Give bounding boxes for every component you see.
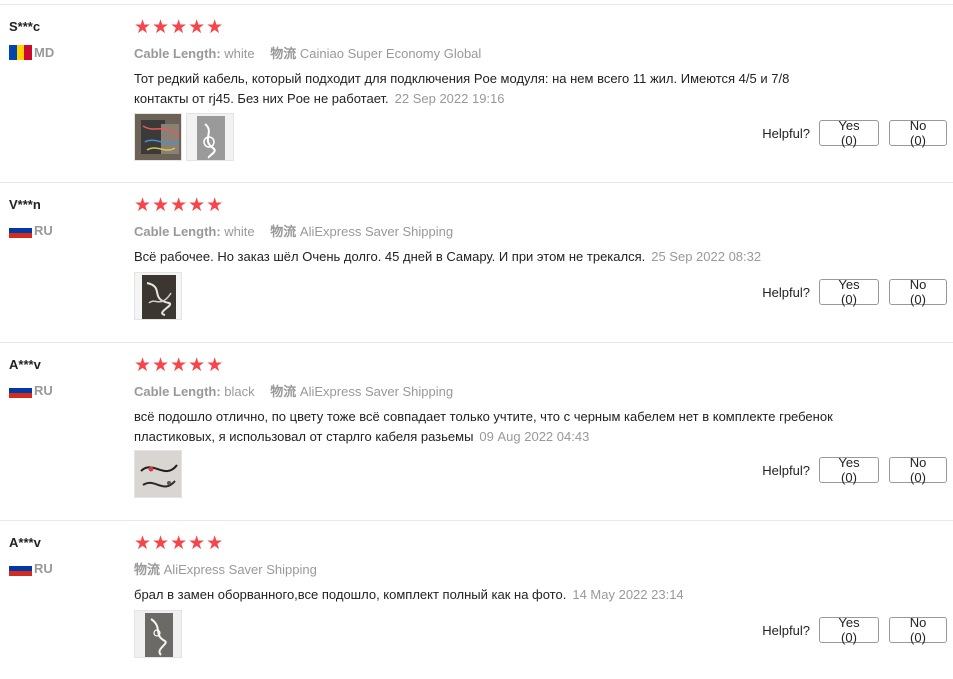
review-content: Тот редкий кабель, который подходит для … xyxy=(134,69,834,109)
helpful-yes-button[interactable]: Yes (0) xyxy=(819,615,879,645)
review-item: A***v RU ★★★★★ 物流 AliExpress Saver Shipp… xyxy=(0,521,953,679)
review-meta: Cable Length: white 物流 AliExpress Saver … xyxy=(134,221,453,240)
review-date: 22 Sep 2022 19:16 xyxy=(394,91,505,106)
helpful-yes-button[interactable]: Yes (0) xyxy=(819,277,879,307)
sku-value: white xyxy=(224,224,255,239)
review-text: Всё рабочее. Но заказ шёл Очень долго. 4… xyxy=(134,249,646,264)
helpful-no-button[interactable]: No (0) xyxy=(889,615,947,645)
shipping-value: AliExpress Saver Shipping xyxy=(163,562,317,577)
country-code: RU xyxy=(34,383,53,398)
helpful-label: Helpful? xyxy=(762,462,810,478)
reviewer-name: V***n xyxy=(9,197,41,212)
russia-flag-icon xyxy=(9,223,32,238)
sku-value: white xyxy=(224,46,255,61)
helpful-vote: Helpful? Yes (0) No (0) xyxy=(762,615,947,645)
review-photo-thumbnail[interactable] xyxy=(134,610,182,658)
helpful-no-button[interactable]: No (0) xyxy=(889,455,947,485)
sku-label: Cable Length: xyxy=(134,46,221,61)
helpful-vote: Helpful? Yes (0) No (0) xyxy=(762,455,947,485)
russia-flag-icon xyxy=(9,561,32,576)
review-photo-thumbnail[interactable] xyxy=(134,272,182,320)
shipping-value: AliExpress Saver Shipping xyxy=(299,224,454,239)
star-rating: ★★★★★ xyxy=(134,533,225,554)
country-code: RU xyxy=(34,223,53,238)
review-date: 09 Aug 2022 04:43 xyxy=(479,429,590,444)
star-rating: ★★★★★ xyxy=(134,17,225,38)
moldova-flag-icon xyxy=(9,45,32,60)
review-date: 25 Sep 2022 08:32 xyxy=(651,249,762,264)
shipping-value: AliExpress Saver Shipping xyxy=(299,384,454,399)
helpful-no-button[interactable]: No (0) xyxy=(889,118,947,148)
helpful-label: Helpful? xyxy=(762,284,810,300)
sku-label: Cable Length: xyxy=(134,384,221,399)
review-item: A***v RU ★★★★★ Cable Length: black 物流 Al… xyxy=(0,343,953,521)
review-meta: 物流 AliExpress Saver Shipping xyxy=(134,559,317,578)
sku-value: black xyxy=(224,384,255,399)
reviewer-country: MD xyxy=(9,45,54,60)
shipping-label: 物流 xyxy=(270,46,297,61)
country-code: RU xyxy=(34,561,53,576)
review-date: 14 May 2022 23:14 xyxy=(572,587,684,602)
review-content: всё подошло отлично, по цвету тоже всё с… xyxy=(134,407,834,447)
helpful-label: Helpful? xyxy=(762,622,810,638)
helpful-vote: Helpful? Yes (0) No (0) xyxy=(762,277,947,307)
review-text: брал в замен оборванного,все подошло, ко… xyxy=(134,587,567,602)
helpful-label: Helpful? xyxy=(762,125,810,141)
review-images xyxy=(134,450,186,498)
feedback-list: S***c MD ★★★★★ Cable Length: white 物流 Ca… xyxy=(0,0,953,679)
country-code: MD xyxy=(34,45,55,60)
helpful-no-button[interactable]: No (0) xyxy=(889,277,947,307)
review-meta: Cable Length: white 物流 Cainiao Super Eco… xyxy=(134,43,481,62)
shipping-label: 物流 xyxy=(270,224,297,239)
review-images xyxy=(134,272,186,320)
shipping-label: 物流 xyxy=(270,384,297,399)
review-images xyxy=(134,610,186,658)
star-rating: ★★★★★ xyxy=(134,195,225,216)
reviewer-name: A***v xyxy=(9,357,41,372)
review-images xyxy=(134,113,238,161)
reviewer-name: A***v xyxy=(9,535,41,550)
review-item: V***n RU ★★★★★ Cable Length: white 物流 Al… xyxy=(0,183,953,343)
russia-flag-icon xyxy=(9,383,32,398)
star-rating: ★★★★★ xyxy=(134,355,225,376)
review-photo-thumbnail[interactable] xyxy=(186,113,234,161)
shipping-label: 物流 xyxy=(134,562,161,577)
sku-label: Cable Length: xyxy=(134,224,221,239)
review-meta: Cable Length: black 物流 AliExpress Saver … xyxy=(134,381,453,400)
review-photo-thumbnail[interactable] xyxy=(134,113,182,161)
review-content: брал в замен оборванного,все подошло, ко… xyxy=(134,585,834,605)
helpful-yes-button[interactable]: Yes (0) xyxy=(819,455,879,485)
reviewer-country: RU xyxy=(9,383,53,398)
reviewer-country: RU xyxy=(9,561,53,576)
helpful-vote: Helpful? Yes (0) No (0) xyxy=(762,118,947,148)
review-item: S***c MD ★★★★★ Cable Length: white 物流 Ca… xyxy=(0,5,953,183)
helpful-yes-button[interactable]: Yes (0) xyxy=(819,118,879,148)
review-photo-thumbnail[interactable] xyxy=(134,450,182,498)
shipping-value: Cainiao Super Economy Global xyxy=(299,46,482,61)
reviewer-name: S***c xyxy=(9,19,41,34)
reviewer-country: RU xyxy=(9,223,53,238)
review-content: Всё рабочее. Но заказ шёл Очень долго. 4… xyxy=(134,247,834,267)
